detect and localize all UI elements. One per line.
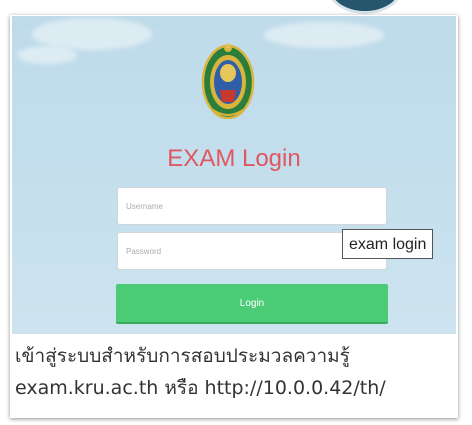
login-screen: EXAM Login Login xyxy=(12,16,456,334)
page-title: EXAM Login xyxy=(167,145,301,172)
caption-line-2: exam.kru.ac.th หรือ http://10.0.0.42/th/ xyxy=(15,377,386,399)
login-button[interactable]: Login xyxy=(116,284,388,324)
username-input[interactable] xyxy=(117,187,387,225)
caption-line-1: เข้าสู่ระบบสำหรับการสอบประมวลความรู้ xyxy=(15,345,350,367)
screenshot-frame: EXAM Login Login เข้าสู่ระบบสำหรับการสอบ… xyxy=(10,15,458,418)
page: EXAM Login Login เข้าสู่ระบบสำหรับการสอบ… xyxy=(0,0,472,425)
cloud xyxy=(264,22,384,48)
decorative-ring xyxy=(328,0,402,14)
tooltip: exam login xyxy=(342,229,434,259)
university-emblem-icon xyxy=(201,42,255,119)
cloud xyxy=(17,46,77,64)
